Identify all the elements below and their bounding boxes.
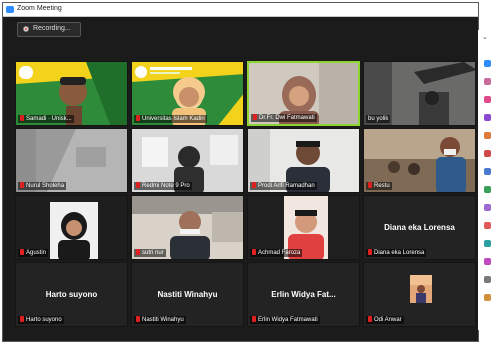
- participant-avatar-name: Harto suyono: [45, 290, 98, 299]
- mic-muted-icon: [20, 249, 24, 255]
- participant-name-label: Universitas Islam Kadiri: [134, 115, 207, 123]
- mic-muted-icon: [252, 316, 256, 322]
- mic-muted-icon: [136, 115, 140, 121]
- participant-list-avatar: [484, 276, 491, 283]
- recording-label: Recording...: [33, 25, 71, 32]
- video-tile-sutri-nur[interactable]: sutri nur: [131, 195, 244, 260]
- participant-name-label: bu yolik: [366, 115, 391, 123]
- video-tile-restu[interactable]: Restu: [363, 128, 476, 193]
- video-tile-achmad-faroza[interactable]: Achmad Faroza: [247, 195, 360, 260]
- participant-name-label: Odi Anwar: [366, 316, 404, 324]
- participant-name-label: Restu: [366, 182, 392, 190]
- mic-muted-icon: [20, 316, 24, 322]
- participant-list-avatar: [484, 168, 491, 175]
- participant-name-label: Harto suyono: [18, 316, 64, 324]
- participant-name-label: Samadi · Unisk...: [18, 115, 74, 123]
- participant-name-label: sutri nur: [134, 249, 166, 257]
- participant-list-avatar: [484, 132, 491, 139]
- title-bar[interactable]: Zoom Meeting: [3, 3, 478, 17]
- participant-list-avatar: [484, 258, 491, 265]
- participant-list-avatar: [484, 150, 491, 157]
- video-tile-erlin-widya-fatmawati[interactable]: Erlin Widya Fat... Erlin Widya Fatmawati: [247, 262, 360, 327]
- participant-list-avatar: [484, 204, 491, 211]
- video-tile-samadi[interactable]: Samadi · Unisk...: [15, 61, 128, 126]
- video-tile-redmi-note[interactable]: Redmi Note 9 Pro: [131, 128, 244, 193]
- video-tile-bu-yolik[interactable]: bu yolik: [363, 61, 476, 126]
- mic-muted-icon: [136, 182, 140, 188]
- participant-list-avatar: [484, 96, 491, 103]
- participant-name-label: Achmad Faroza: [250, 249, 303, 257]
- video-tile-odi-anwar[interactable]: Odi Anwar: [363, 262, 476, 327]
- window-title: Zoom Meeting: [17, 5, 62, 12]
- participant-name-label: Prodi Arifi Ramadhan: [250, 182, 317, 190]
- video-tile-nurul-sholeha[interactable]: Nurul Sholeha: [15, 128, 128, 193]
- participant-list-avatar: [484, 240, 491, 247]
- chevron-down-icon[interactable]: ⌄: [482, 33, 488, 41]
- zoom-meeting-window: Zoom Meeting Recording... Samadi · Unisk…: [2, 2, 479, 342]
- participant-list-avatar: [484, 78, 491, 85]
- mic-muted-icon: [136, 316, 140, 322]
- video-tile-nastiti-winahyu[interactable]: Nastiti Winahyu Nastiti Winahyu: [131, 262, 244, 327]
- participant-name-label: Erlin Widya Fatmawati: [250, 316, 320, 324]
- participant-avatar-name: Diana eka Lorensa: [384, 223, 455, 232]
- participant-list-avatar: [484, 222, 491, 229]
- participant-avatar-name: Erlin Widya Fat...: [271, 290, 336, 299]
- mic-muted-icon: [368, 182, 372, 188]
- mic-muted-icon: [368, 249, 372, 255]
- mic-muted-icon: [252, 182, 256, 188]
- mic-muted-icon: [253, 114, 257, 120]
- recording-indicator[interactable]: Recording...: [17, 22, 81, 37]
- mic-muted-icon: [368, 316, 372, 322]
- participant-list-avatar: [484, 294, 491, 301]
- video-tile-agustin[interactable]: Agustin: [15, 195, 128, 260]
- video-tile-harto-suyono[interactable]: Harto suyono Harto suyono: [15, 262, 128, 327]
- participant-name-label: Nastiti Winahyu: [134, 316, 186, 324]
- video-tile-diana-eka-lorensa[interactable]: Diana eka Lorensa Diana eka Lorensa: [363, 195, 476, 260]
- participant-list-avatar: [484, 60, 491, 67]
- participants-panel-edge[interactable]: ⌄: [478, 30, 491, 330]
- mic-muted-icon: [252, 249, 256, 255]
- participant-avatar-name: Nastiti Winahyu: [157, 290, 218, 299]
- participant-name-label: Diana eka Lorensa: [366, 249, 427, 257]
- participant-list-avatar: [484, 114, 491, 121]
- mic-muted-icon: [136, 249, 140, 255]
- zoom-app-icon: [6, 6, 14, 13]
- video-tile-universitas-islam-kadiri[interactable]: Universitas Islam Kadiri: [131, 61, 244, 126]
- participant-name-label: Dr.Fr. Dwi Fatmawati: [251, 114, 317, 122]
- video-tile-arifi-ramadhan[interactable]: Prodi Arifi Ramadhan: [247, 128, 360, 193]
- participant-name-label: Agustin: [18, 249, 49, 257]
- video-tile-dwi-fatmawati[interactable]: Dr.Fr. Dwi Fatmawati: [247, 61, 360, 126]
- participant-list-avatar: [484, 186, 491, 193]
- participant-name-label: Redmi Note 9 Pro: [134, 182, 192, 190]
- mic-muted-icon: [20, 182, 24, 188]
- mic-muted-icon: [20, 115, 24, 121]
- record-icon: [23, 26, 29, 32]
- participant-name-label: Nurul Sholeha: [18, 182, 67, 190]
